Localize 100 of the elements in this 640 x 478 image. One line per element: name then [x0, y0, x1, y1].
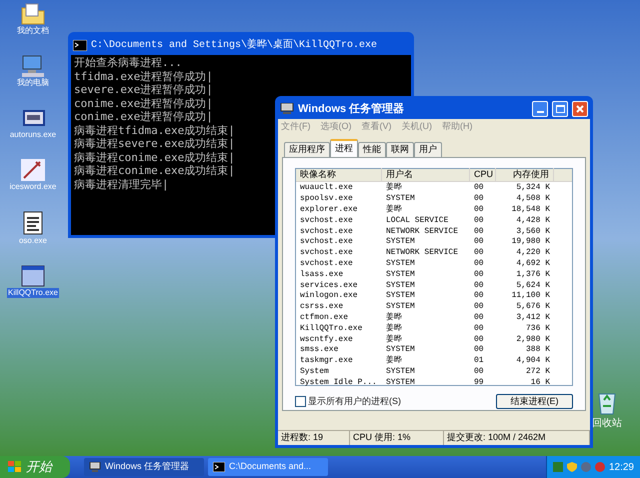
checkbox-label: 显示所有用户的进程(S): [308, 394, 401, 408]
table-cell-text: 00: [473, 302, 485, 312]
table-cell-text: System Idle P...: [299, 378, 378, 388]
table-cell-text: 4,220 K: [515, 248, 551, 258]
table-cell-text: spoolsv.exe: [299, 194, 354, 204]
shield-icon[interactable]: [566, 462, 577, 472]
status-text: 提交更改: 100M / 2462M: [444, 431, 590, 445]
table-cell-text: 姜晔: [385, 312, 403, 323]
table-cell-text: 272 K: [524, 366, 551, 377]
console-line: 病毒进程conime.exe成功结束|: [74, 150, 235, 164]
table-cell-text: SYSTEM: [385, 258, 416, 269]
menu-item[interactable]: 文件(F): [281, 120, 310, 134]
console-line: 病毒进程清理完毕|: [74, 178, 169, 191]
console-icon: [73, 40, 87, 50]
table-cell-text: 4,692 K: [515, 258, 551, 269]
table-cell-text: csrss.exe: [299, 302, 344, 312]
console-line: 病毒进程severe.exe成功结束|: [74, 137, 235, 150]
table-cell-text: SYSTEM: [385, 302, 416, 312]
table-cell-text: 11,100 K: [510, 291, 551, 302]
table-cell-text: 18,548 K: [510, 204, 551, 215]
table-cell-text: 00: [473, 366, 485, 377]
table-cell-text: lsass.exe: [299, 270, 344, 280]
menu-item[interactable]: 关机(U): [402, 120, 432, 134]
console-line: conime.exe进程暂停成功|: [74, 96, 213, 110]
table-cell-text: 19,980 K: [510, 237, 551, 248]
computer-icon[interactable]: [20, 54, 46, 78]
desktop-icon-label[interactable]: KillQQTro.exe: [7, 288, 59, 298]
table-cell-text: svchost.exe: [299, 258, 354, 269]
tab[interactable]: 应用程序: [284, 142, 330, 157]
table-cell-text: 00: [473, 334, 485, 345]
status-text: CPU 使用: 1%: [350, 431, 444, 445]
table-cell-text: 姜晔: [385, 356, 403, 366]
close-button[interactable]: [572, 101, 588, 117]
desktop-icon-label[interactable]: 我的文档: [16, 26, 50, 36]
tab[interactable]: 进程: [330, 139, 358, 157]
table-cell-text: 4,508 K: [515, 194, 551, 204]
taskbar-button[interactable]: Windows 任务管理器: [84, 458, 204, 476]
taskbar-button[interactable]: C:\Documents and...: [208, 458, 328, 476]
table-cell-text: 5,624 K: [515, 280, 551, 291]
console-line: conime.exe进程暂停成功|: [74, 110, 213, 124]
checkbox[interactable]: [295, 396, 306, 407]
console-line: 病毒进程conime.exe成功结束|: [74, 164, 235, 178]
menu-item[interactable]: 帮助(H): [442, 120, 472, 134]
maximize-button[interactable]: [552, 101, 568, 117]
table-cell-text: 16 K: [530, 378, 551, 388]
tab[interactable]: 联网: [386, 142, 414, 157]
table-cell-text: SYSTEM: [385, 366, 416, 377]
status-text: 进程数: 19: [278, 431, 350, 445]
console-line: tfidma.exe进程暂停成功|: [74, 70, 213, 83]
minimize-button[interactable]: [532, 101, 548, 117]
table-cell-text: svchost.exe: [299, 248, 354, 258]
column-header[interactable]: CPU: [470, 168, 496, 182]
minimize-icon: [536, 111, 544, 113]
table-cell-text: taskmgr.exe: [299, 356, 354, 366]
column-header[interactable]: 内存使用: [496, 168, 554, 182]
start-button[interactable]: 开始: [0, 456, 70, 478]
tab[interactable]: 性能: [358, 142, 386, 157]
table-cell-text: 4,904 K: [515, 356, 551, 366]
table-cell-text: NETWORK SERVICE: [385, 226, 460, 237]
table-cell-text: 00: [473, 258, 485, 269]
desktop-icon-label[interactable]: 我的电脑: [16, 78, 50, 88]
window-title: Windows 任务管理器: [298, 102, 406, 117]
notepad-icon[interactable]: [22, 210, 44, 236]
table-cell-text: 5,676 K: [515, 302, 551, 312]
table-cell-text: winlogon.exe: [299, 291, 359, 302]
recycle-bin-label: 回收站: [592, 416, 622, 431]
table-cell-text: 01: [473, 356, 485, 366]
table-cell-text: 2,980 K: [515, 334, 551, 345]
table-cell-text: services.exe: [299, 280, 359, 291]
table-cell-text: 00: [473, 237, 485, 248]
folder-icon[interactable]: [20, 2, 46, 26]
desktop-icon-label[interactable]: autoruns.exe: [8, 130, 58, 140]
table-cell-text: KillQQTro.exe: [299, 324, 364, 334]
table-cell-text: 姜晔: [385, 334, 403, 345]
console-line: 病毒进程tfidma.exe成功结束|: [74, 124, 235, 137]
computer-icon: [280, 103, 294, 115]
tab[interactable]: 用户: [414, 142, 442, 157]
menu-item[interactable]: 查看(V): [362, 120, 392, 134]
computer-icon: [89, 462, 101, 472]
table-cell-text: 00: [473, 226, 485, 237]
table-cell-text: smss.exe: [299, 345, 340, 356]
maximize-icon: [556, 105, 564, 113]
column-header[interactable]: 用户名: [382, 168, 470, 182]
table-cell-text: svchost.exe: [299, 216, 354, 226]
column-header[interactable]: 映像名称: [296, 168, 382, 182]
end-process-button[interactable]: 结束进程(E): [496, 394, 573, 409]
menu-item[interactable]: 选项(O): [320, 120, 352, 134]
table-cell-text: 姜晔: [385, 204, 403, 215]
table-cell-text: 00: [473, 270, 485, 280]
table-cell-text: svchost.exe: [299, 237, 354, 248]
table-cell-text: 3,412 K: [515, 312, 551, 323]
table-cell-text: explorer.exe: [299, 204, 359, 215]
sword-icon[interactable]: [20, 158, 46, 182]
table-cell-text: 姜晔: [385, 183, 403, 194]
table-cell-text: 1,376 K: [515, 270, 551, 280]
table-cell-text: wscntfy.exe: [299, 334, 354, 345]
table-cell-text: 00: [473, 312, 485, 323]
table-cell-text: 99: [473, 378, 485, 388]
window-icon[interactable]: [20, 264, 46, 288]
console-icon: [213, 462, 225, 472]
